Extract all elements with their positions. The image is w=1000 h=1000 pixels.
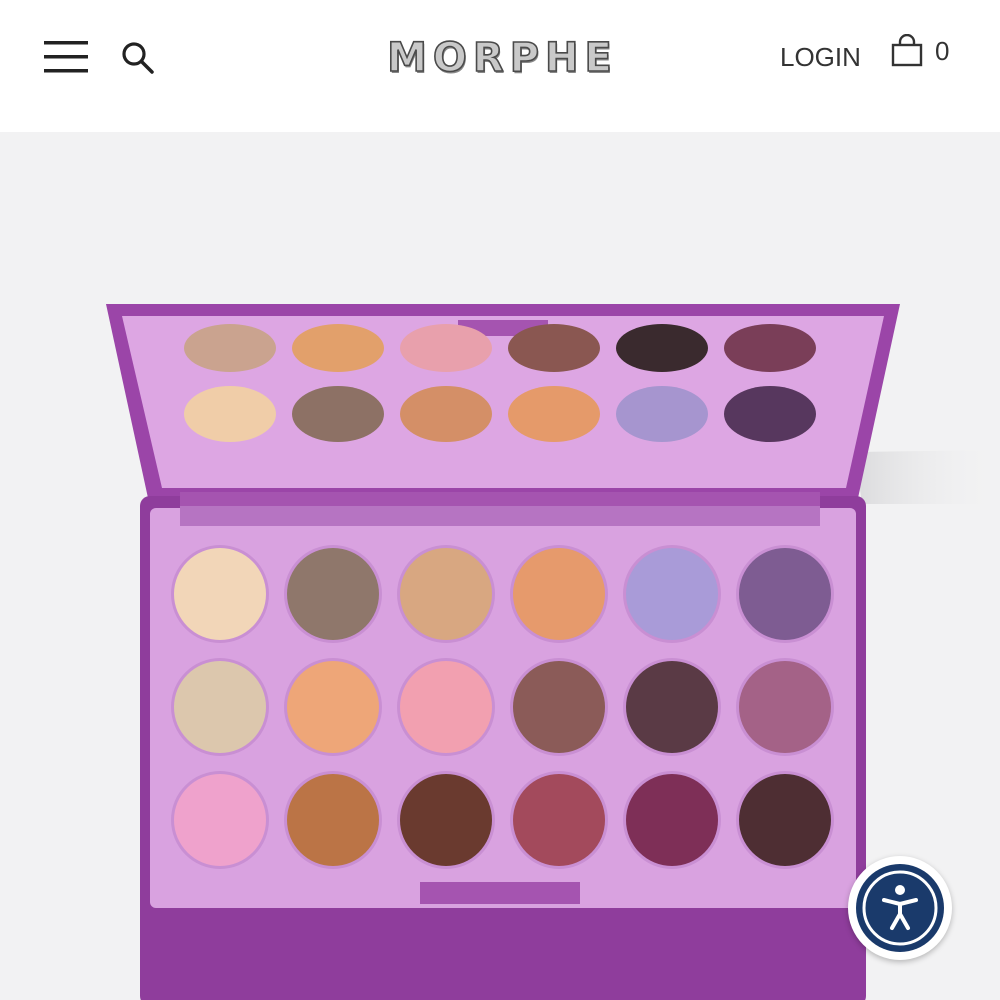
mirror-shade-pan <box>508 324 600 372</box>
search-icon[interactable] <box>120 40 156 76</box>
shade-pan <box>739 661 831 753</box>
mirror-shade-pan <box>724 324 816 372</box>
mirror-shade-pan <box>292 386 384 442</box>
shade-pan <box>513 774 605 866</box>
shade-pan <box>400 661 492 753</box>
shade-pan <box>626 548 718 640</box>
cart-count: 0 <box>935 36 950 66</box>
hamburger-menu-icon[interactable] <box>44 40 88 74</box>
product-image <box>0 132 1000 1000</box>
accessibility-button[interactable] <box>848 856 952 960</box>
mirror-shade-pan <box>508 386 600 442</box>
mirror-shade-pan <box>724 386 816 442</box>
shade-pan <box>287 774 379 866</box>
shade-pan <box>400 774 492 866</box>
shade-pan <box>739 548 831 640</box>
shade-pan <box>287 548 379 640</box>
shade-pan <box>174 661 266 753</box>
login-link[interactable]: LOGIN <box>780 42 861 72</box>
mirror-shade-pan <box>184 386 276 442</box>
shade-pan <box>174 774 266 866</box>
mirror-shade-pan <box>184 324 276 372</box>
mirror-shade-pan <box>616 324 708 372</box>
shade-pan <box>174 548 266 640</box>
brand-logo[interactable]: MORPHE <box>350 30 655 86</box>
shade-pan <box>739 774 831 866</box>
shade-pan <box>513 548 605 640</box>
shade-pan <box>626 661 718 753</box>
mirror-shade-pan <box>400 386 492 442</box>
shade-pan <box>626 774 718 866</box>
site-header: MORPHE LOGIN 0 <box>0 0 1000 132</box>
shade-pan <box>287 661 379 753</box>
product-page: MORPHE LOGIN 0 <box>0 0 1000 1000</box>
mirror-shade-pan <box>400 324 492 372</box>
accessibility-person-icon <box>856 864 944 952</box>
shade-pan <box>400 548 492 640</box>
shade-pan <box>513 661 605 753</box>
mirror-shade-pan <box>616 386 708 442</box>
shopping-bag-icon[interactable] <box>890 33 924 68</box>
eyeshadow-palette-image <box>106 304 1000 1000</box>
mirror-shade-pan <box>292 324 384 372</box>
